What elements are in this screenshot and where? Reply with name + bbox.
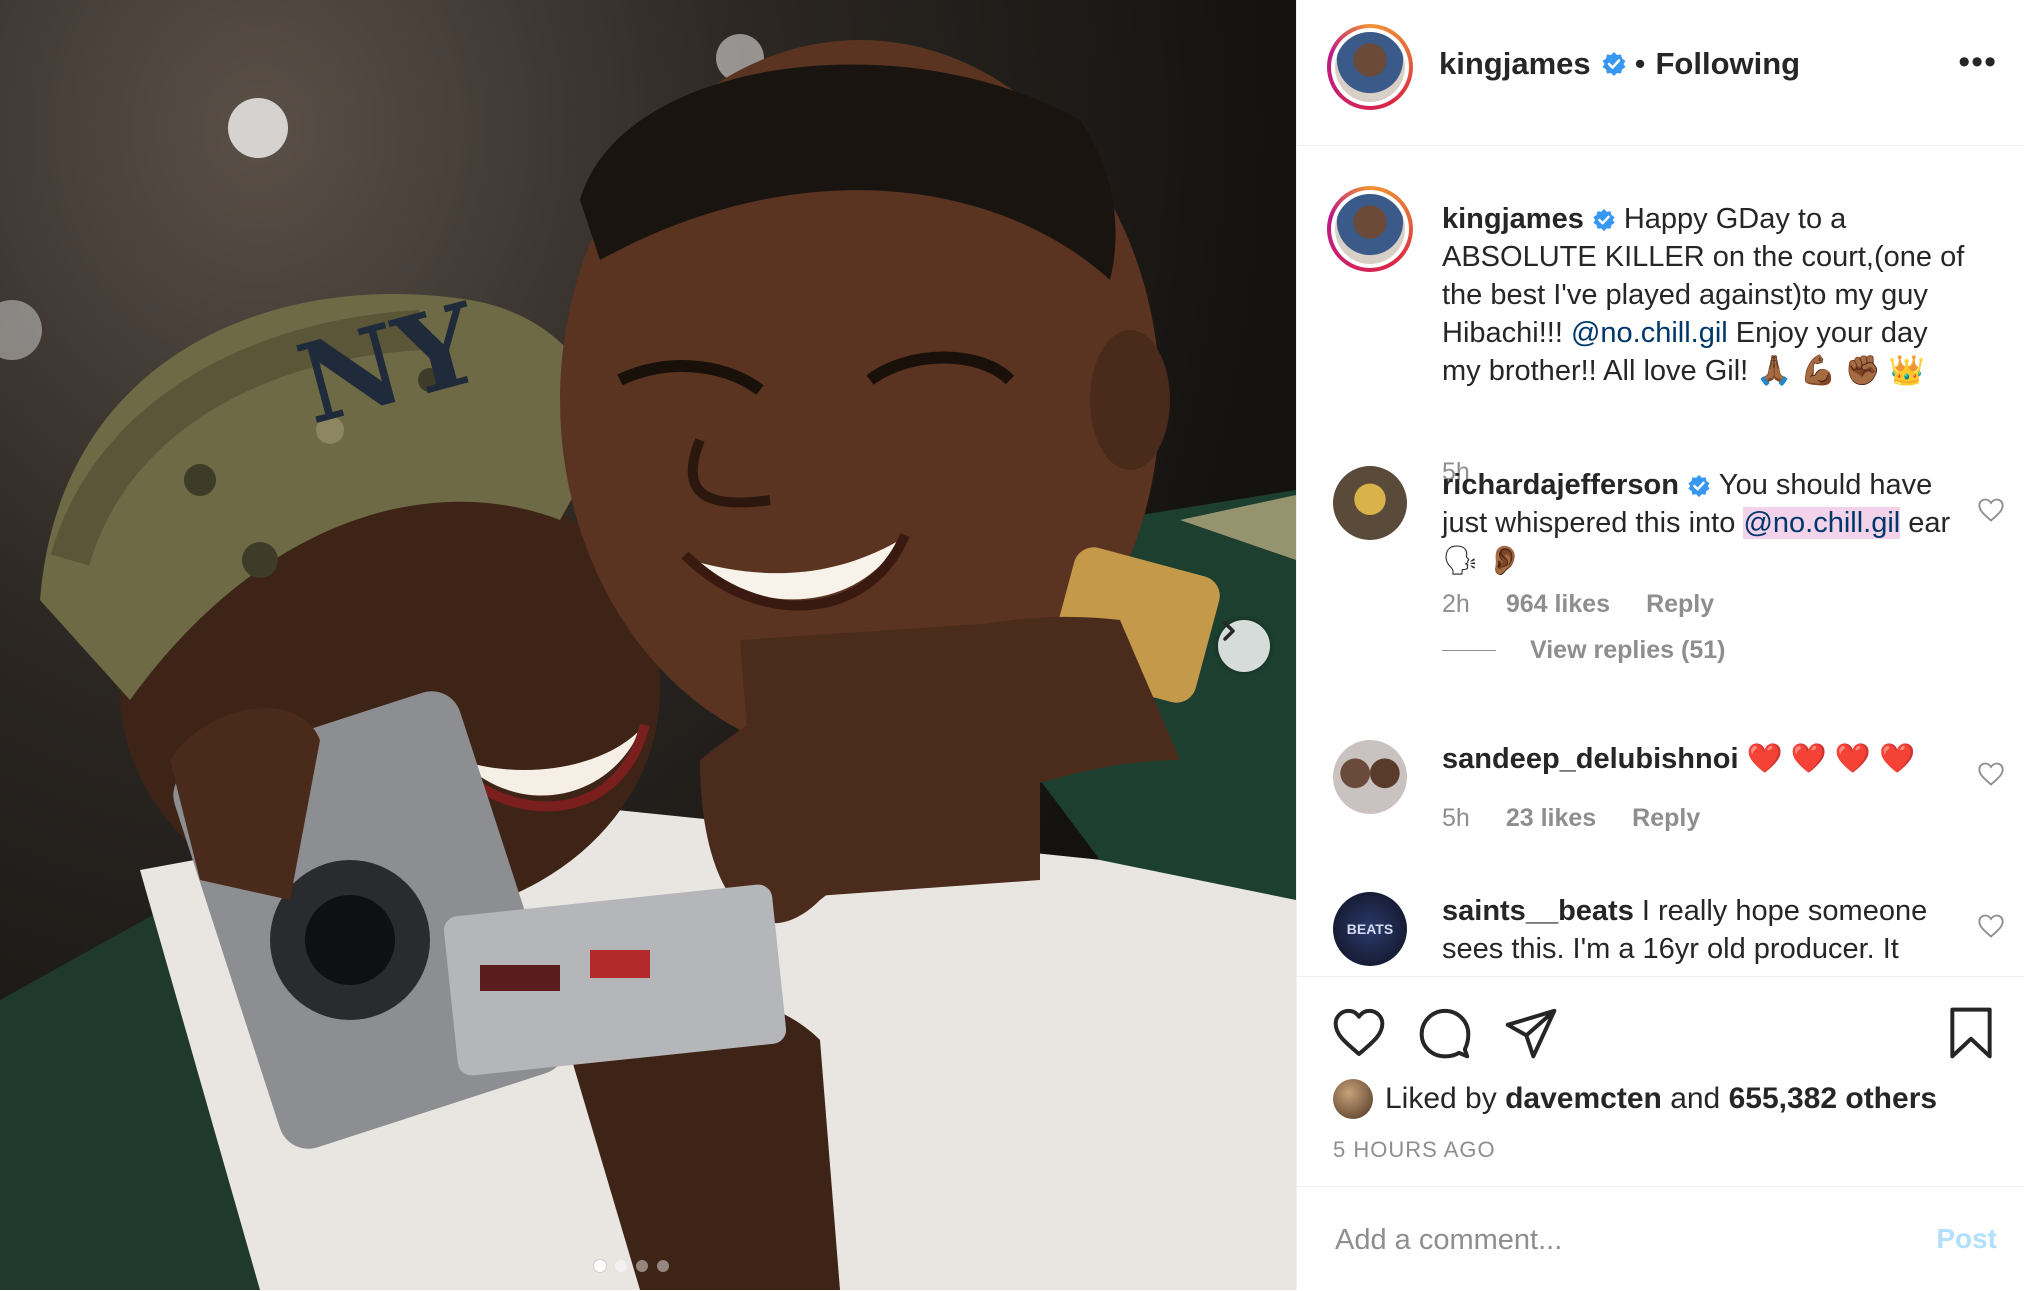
- verified-badge-icon: [1602, 52, 1626, 76]
- reply-button[interactable]: Reply: [1632, 804, 1700, 833]
- comment-item: sandeep_delubishnoi ❤️ ❤️ ❤️ ❤️ 5h 23 li…: [1297, 740, 2024, 860]
- likes-count-button[interactable]: 655,382 others: [1729, 1082, 1937, 1116]
- liked-by-summary: Liked by davemcten and 655,382 others: [1333, 1079, 1937, 1119]
- post-caption: kingjames Happy GDay to a ABSOLUTE KILLER…: [1297, 186, 2024, 486]
- share-send-icon[interactable]: [1503, 1005, 1559, 1061]
- comments-list[interactable]: kingjames Happy GDay to a ABSOLUTE KILLER…: [1297, 146, 2024, 976]
- carousel-dot: [615, 1260, 627, 1272]
- comment-bubble-icon[interactable]: [1417, 1005, 1473, 1061]
- header-user-line: kingjames • Following: [1439, 46, 1800, 82]
- comment-username[interactable]: richardajefferson: [1442, 469, 1679, 501]
- carousel-dot: [636, 1260, 648, 1272]
- caption-avatar[interactable]: [1327, 186, 1413, 272]
- header-separator: •: [1634, 46, 1646, 81]
- following-button[interactable]: Following: [1655, 46, 1800, 82]
- carousel-dot: [657, 1260, 669, 1272]
- mention-link[interactable]: @no.chill.gil: [1743, 507, 1901, 539]
- avatar-image: [1335, 194, 1405, 264]
- like-comment-heart-icon[interactable]: [1977, 496, 2005, 524]
- verified-badge-icon: [1593, 209, 1615, 232]
- comment-avatar[interactable]: BEATS: [1333, 892, 1407, 966]
- comment-text: richardajefferson You should have just wh…: [1442, 466, 1972, 580]
- next-photo-button[interactable]: [1218, 620, 1270, 672]
- photo-illustration: NY: [0, 34, 1296, 1290]
- comment-username[interactable]: sandeep_delubishnoi: [1442, 743, 1739, 775]
- mention-link[interactable]: @no.chill.gil: [1571, 317, 1728, 349]
- more-options-icon[interactable]: •••: [1958, 45, 1997, 79]
- replies-divider: [1442, 650, 1496, 651]
- caption-username[interactable]: kingjames: [1442, 203, 1584, 235]
- post-timestamp[interactable]: 5 HOURS AGO: [1333, 1137, 1496, 1163]
- liked-by-user[interactable]: davemcten: [1505, 1082, 1662, 1116]
- comment-meta: 5h 23 likes Reply: [1442, 804, 1700, 833]
- comment-text: saints__beats I really hope someone sees…: [1442, 892, 1972, 968]
- comment-avatar[interactable]: [1333, 466, 1407, 540]
- carousel-dot: [594, 1260, 606, 1272]
- carousel-indicator: [594, 1260, 669, 1272]
- save-bookmark-icon[interactable]: [1943, 1005, 1999, 1061]
- comment-item: richardajefferson You should have just wh…: [1297, 466, 2024, 666]
- comment-likes[interactable]: 23 likes: [1506, 804, 1596, 833]
- like-heart-icon[interactable]: [1331, 1005, 1387, 1061]
- like-comment-heart-icon[interactable]: [1977, 912, 2005, 940]
- author-username[interactable]: kingjames: [1439, 46, 1591, 82]
- add-comment-bar: Post: [1297, 1186, 2024, 1291]
- comment-username[interactable]: saints__beats: [1442, 895, 1634, 927]
- liked-by-and: and: [1670, 1082, 1721, 1115]
- caption-text: kingjames Happy GDay to a ABSOLUTE KILLER…: [1442, 200, 1972, 390]
- comment-time[interactable]: 2h: [1442, 590, 1470, 619]
- liked-by-avatar: [1333, 1079, 1373, 1119]
- post-actions: Liked by davemcten and 655,382 others 5 …: [1297, 976, 2024, 1187]
- post-comment-button[interactable]: Post: [1936, 1223, 1997, 1255]
- avatar-image: [1335, 32, 1405, 102]
- comment-time[interactable]: 5h: [1442, 804, 1470, 833]
- view-replies-button[interactable]: View replies (51): [1442, 636, 1725, 665]
- comment-avatar[interactable]: [1333, 740, 1407, 814]
- comment-input[interactable]: [1333, 1217, 1877, 1263]
- view-replies-label: View replies (51): [1530, 636, 1726, 664]
- chevron-right-icon: [1223, 621, 1235, 641]
- comment-likes[interactable]: 964 likes: [1506, 590, 1610, 619]
- comment-text-part: ❤️ ❤️ ❤️ ❤️: [1746, 743, 1916, 775]
- verified-badge-icon: [1688, 475, 1710, 498]
- post-photo[interactable]: NY: [0, 0, 1296, 1290]
- comment-meta: 2h 964 likes Reply: [1442, 590, 1714, 619]
- liked-by-prefix: Liked by: [1385, 1082, 1497, 1115]
- comment-text: sandeep_delubishnoi ❤️ ❤️ ❤️ ❤️: [1442, 740, 1972, 778]
- comment-item: BEATS saints__beats I really hope someon…: [1297, 892, 2024, 976]
- avatar-label: BEATS: [1346, 921, 1394, 937]
- like-comment-heart-icon[interactable]: [1977, 760, 2005, 788]
- author-avatar[interactable]: [1327, 24, 1413, 110]
- post-header: kingjames • Following •••: [1297, 0, 2024, 146]
- reply-button[interactable]: Reply: [1646, 590, 1714, 619]
- post-side-panel: kingjames • Following ••• kingjames Happy…: [1296, 0, 2024, 1290]
